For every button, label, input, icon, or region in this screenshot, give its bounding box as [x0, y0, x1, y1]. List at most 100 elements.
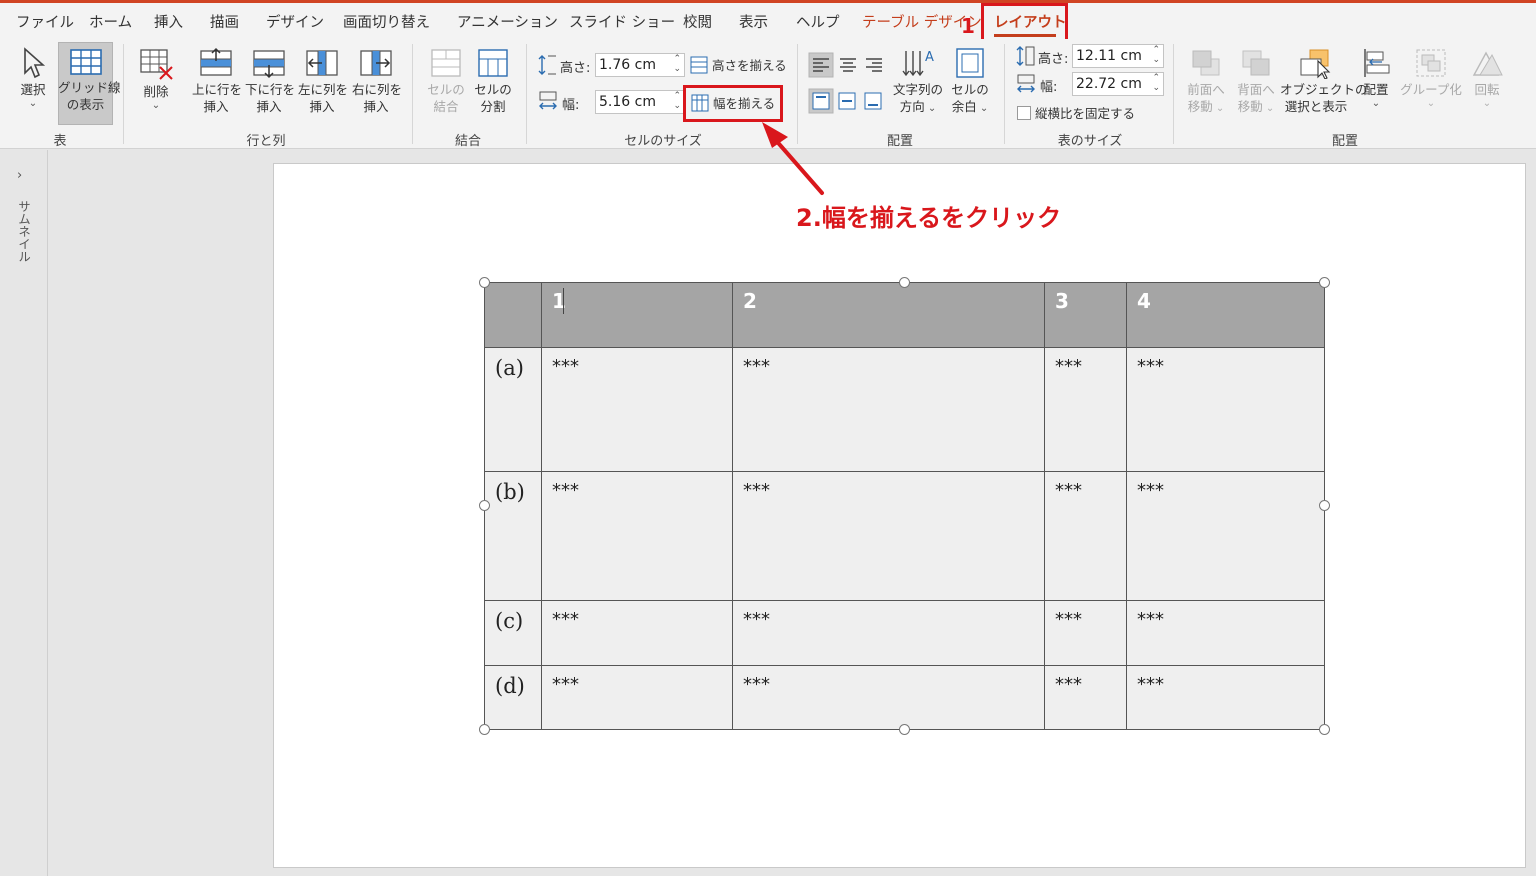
resize-handle[interactable]: [1319, 724, 1330, 735]
table-row-header[interactable]: (c): [484, 600, 542, 666]
merge-cells-button[interactable]: セルの 結合: [426, 47, 466, 115]
highlight-box-layout-tab: [981, 3, 1068, 42]
table-row-header[interactable]: (b): [484, 471, 542, 601]
view-gridlines-button[interactable]: グリッド線 の表示: [58, 47, 121, 113]
selection-pane-label-2: 選択と表示: [1284, 99, 1348, 114]
resize-handle[interactable]: [479, 277, 490, 288]
insert-left-button[interactable]: 左に列を 挿入: [298, 47, 348, 115]
insert-right-button[interactable]: 右に列を 挿入: [352, 47, 403, 115]
tab-draw[interactable]: 描画: [210, 11, 239, 32]
vertical-align-icons: [808, 88, 882, 114]
table-width-label: 幅:: [1040, 80, 1058, 95]
table-cell[interactable]: ***: [1044, 347, 1127, 472]
table-cell[interactable]: ***: [541, 347, 733, 472]
tab-insert[interactable]: 挿入: [154, 11, 183, 32]
cell-margins-label-2: 余白: [951, 99, 977, 114]
resize-handle[interactable]: [479, 724, 490, 735]
checkbox-box[interactable]: [1017, 106, 1031, 120]
chevron-down-icon: ⌄: [924, 103, 937, 114]
table-cell[interactable]: ***: [1126, 347, 1325, 472]
tab-help[interactable]: ヘルプ: [796, 11, 840, 32]
table-cell[interactable]: ***: [732, 471, 1045, 601]
text-direction-button[interactable]: A 文字列の 方向 ⌄: [890, 47, 946, 115]
table-row-header[interactable]: (a): [484, 347, 542, 472]
tab-animations[interactable]: アニメーション: [457, 11, 558, 32]
table-row-header[interactable]: (d): [484, 665, 542, 730]
group-separator: [526, 44, 527, 144]
spin-arrows-icon[interactable]: ⌃ ⌄: [1152, 45, 1160, 65]
tab-slideshow[interactable]: スライド ショー: [569, 11, 675, 32]
table-cell[interactable]: ***: [732, 600, 1045, 666]
table-height-value: 12.11 cm: [1076, 48, 1142, 64]
lock-aspect-ratio-checkbox[interactable]: 縦横比を固定する: [1017, 103, 1135, 122]
split-cells-icon: [478, 49, 508, 77]
text-direction-icon: A: [902, 50, 934, 77]
table-header-cell[interactable]: 4: [1126, 282, 1325, 348]
table-cell[interactable]: ***: [1044, 600, 1127, 666]
selection-pane-button[interactable]: オブジェクトの 選択と表示: [1280, 47, 1368, 115]
grid-table-icon: [69, 49, 102, 75]
chevron-down-icon: ⌄: [1482, 98, 1492, 109]
table-cell[interactable]: ***: [732, 665, 1045, 730]
distribute-rows-button[interactable]: 高さを揃える: [690, 55, 787, 74]
table-header-cell[interactable]: 2: [732, 282, 1045, 348]
distribute-rows-icon: [690, 56, 708, 74]
row-height-icon: [538, 55, 556, 75]
table-cell[interactable]: ***: [1044, 471, 1127, 601]
bring-forward-label-1: 前面へ: [1187, 82, 1225, 97]
column-width-icon: [539, 91, 557, 110]
send-backward-button[interactable]: 背面へ 移動 ⌄: [1232, 47, 1280, 115]
tab-design[interactable]: デザイン: [266, 11, 324, 32]
spin-arrows-icon[interactable]: ⌃ ⌄: [1152, 73, 1160, 93]
table-cell[interactable]: ***: [1126, 471, 1325, 601]
selection-pane-icon: [1300, 49, 1331, 79]
table-header-cell[interactable]: 1: [541, 282, 733, 348]
resize-handle[interactable]: [899, 724, 910, 735]
table-cell[interactable]: ***: [541, 665, 733, 730]
delete-button[interactable]: 削除 ⌄: [136, 47, 176, 112]
tab-transitions[interactable]: 画面切り替え: [343, 11, 430, 32]
resize-handle[interactable]: [1319, 500, 1330, 511]
select-button[interactable]: 選択 ⌄: [16, 47, 50, 110]
slide-table[interactable]: 1 2 3 4 (a) *** *** *** *** (b) *** *** …: [484, 282, 1325, 730]
split-cells-button[interactable]: セルの 分割: [473, 47, 513, 115]
align-button[interactable]: 配置 ⌄: [1357, 47, 1395, 110]
resize-handle[interactable]: [479, 500, 490, 511]
group-objects-icon: [1416, 49, 1446, 77]
table-height-input[interactable]: 12.11 cm ⌃ ⌄: [1072, 44, 1164, 68]
thumbnail-pane[interactable]: › サムネイル: [0, 150, 48, 876]
resize-handle[interactable]: [1319, 277, 1330, 288]
tab-file[interactable]: ファイル: [16, 11, 74, 32]
insert-below-button[interactable]: 下に行を 挿入: [245, 47, 295, 115]
bring-forward-button[interactable]: 前面へ 移動 ⌄: [1182, 47, 1230, 115]
spin-arrows-icon[interactable]: ⌃ ⌄: [673, 54, 681, 74]
split-label-2: 分割: [480, 99, 506, 114]
table-header-cell[interactable]: [484, 282, 542, 348]
chevron-down-icon: ⌄: [976, 103, 989, 114]
resize-handle[interactable]: [899, 277, 910, 288]
chevron-right-icon[interactable]: ›: [17, 168, 22, 183]
cell-height-input[interactable]: 1.76 cm ⌃ ⌄: [595, 53, 685, 77]
table-width-input[interactable]: 22.72 cm ⌃ ⌄: [1072, 72, 1164, 96]
table-cell[interactable]: ***: [1126, 600, 1325, 666]
cell-width-input[interactable]: 5.16 cm ⌃ ⌄: [595, 90, 685, 114]
spin-arrows-icon[interactable]: ⌃ ⌄: [673, 91, 681, 111]
cell-margins-button[interactable]: セルの 余白 ⌄: [948, 47, 992, 115]
chevron-down-icon: ⌄: [28, 98, 38, 109]
insert-right-label-1: 右に列を: [352, 82, 403, 97]
chevron-down-icon: ⌄: [151, 100, 161, 111]
group-button[interactable]: グループ化 ⌄: [1400, 47, 1462, 110]
insert-row-below-icon: [253, 50, 285, 79]
table-cell[interactable]: ***: [732, 347, 1045, 472]
table-cell[interactable]: ***: [541, 600, 733, 666]
table-cell[interactable]: ***: [541, 471, 733, 601]
table-header-cell[interactable]: 3: [1044, 282, 1127, 348]
tab-home[interactable]: ホーム: [89, 11, 132, 32]
merge-label-2: 結合: [433, 99, 459, 114]
tab-view[interactable]: 表示: [739, 11, 768, 32]
table-cell[interactable]: ***: [1126, 665, 1325, 730]
insert-above-button[interactable]: 上に行を 挿入: [192, 47, 242, 115]
rotate-button[interactable]: 回転 ⌄: [1468, 47, 1506, 110]
table-cell[interactable]: ***: [1044, 665, 1127, 730]
tab-review[interactable]: 校閲: [683, 11, 712, 32]
